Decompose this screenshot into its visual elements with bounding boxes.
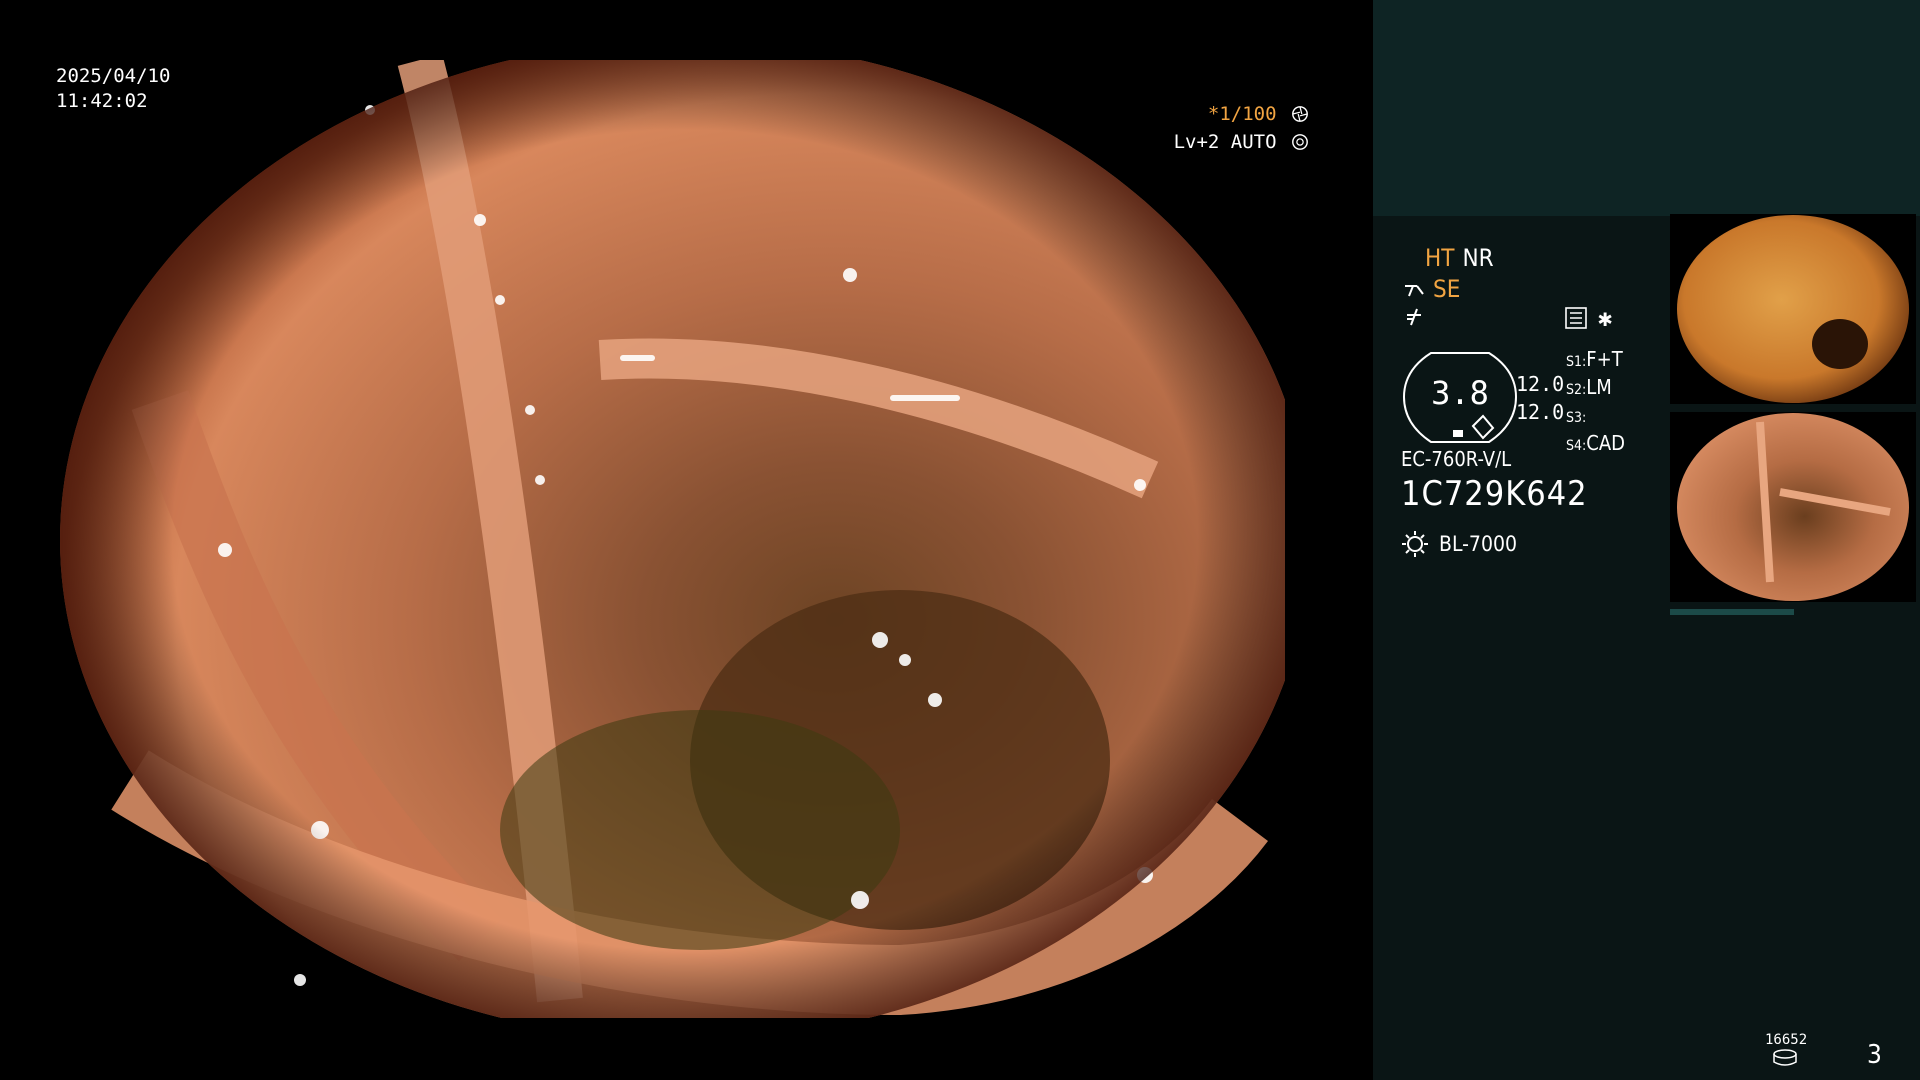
light-source-name: BL-7000	[1439, 532, 1518, 556]
freeze-icon	[1407, 308, 1421, 326]
mode-ht: HT	[1425, 244, 1455, 272]
gauge-limits: 12.0 12.0	[1516, 370, 1564, 426]
scope-serial: 1C729K642	[1401, 474, 1588, 514]
thumbnail-indicator	[1670, 609, 1794, 615]
light-icon	[1402, 531, 1428, 557]
shutter-icon	[1292, 106, 1308, 122]
panel-header-area	[1373, 0, 1920, 216]
mode-row-2: SE	[1403, 274, 1494, 305]
thumbnail-2-image	[1677, 413, 1909, 601]
setting-row-s1: S1:F+T	[1566, 347, 1623, 371]
gauge-lower: 12.0	[1516, 400, 1565, 424]
gauge-value: 3.8	[1431, 374, 1489, 412]
star-icon: ✱	[1598, 304, 1613, 332]
mode-row-1: HT NR	[1425, 243, 1494, 274]
shutter-speed: *1/100	[1207, 103, 1277, 125]
enhancement-icon	[1405, 284, 1424, 296]
colon-lumen-image	[60, 60, 1286, 1018]
disk-icon	[1773, 1049, 1797, 1066]
date: 2025/04/10	[56, 65, 171, 87]
mode-nr: NR	[1462, 244, 1494, 272]
auto-icon	[1292, 134, 1308, 150]
time: 11:42:02	[56, 90, 148, 112]
switch-settings: S1:F+T S2:LM S3: S4:CAD	[1566, 347, 1625, 459]
captured-thumbnail-1[interactable]	[1670, 214, 1916, 404]
endoscope-view: 2025/04/10 11:42:02 *1/100 Lv+2 AUTO	[0, 0, 1373, 1080]
setting-row-s3: S3:	[1566, 410, 1587, 426]
image-count: 16652	[1765, 1032, 1808, 1048]
gauge-upper: 12.0	[1516, 372, 1565, 396]
setting-row-s2: S2:LM	[1566, 375, 1612, 399]
scope-model: EC-760R-V/L	[1401, 447, 1512, 471]
shutter-row: *1/100	[1174, 100, 1309, 128]
mode-se: SE	[1433, 275, 1461, 303]
info-panel: HT NR SE ✱ 3.8 12.0 12.0 S1:F+T S2:LM S3…	[1373, 0, 1920, 1080]
setting-row-s4: S4:CAD	[1566, 431, 1625, 455]
datetime: 2025/04/10 11:42:02	[56, 64, 170, 114]
level-row: Lv+2 AUTO	[1174, 128, 1309, 156]
brightness-level: Lv+2 AUTO	[1173, 131, 1277, 153]
menu-icon	[1565, 307, 1587, 329]
image-modes: HT NR SE	[1405, 243, 1494, 327]
exposure-info: *1/100 Lv+2 AUTO	[1174, 100, 1309, 156]
captured-thumbnail-2[interactable]	[1670, 412, 1916, 602]
page-number: 3	[1867, 1040, 1882, 1070]
mode-row-3	[1403, 305, 1494, 327]
light-source: BL-7000	[1401, 530, 1517, 558]
thumbnail-1-image	[1677, 215, 1909, 403]
